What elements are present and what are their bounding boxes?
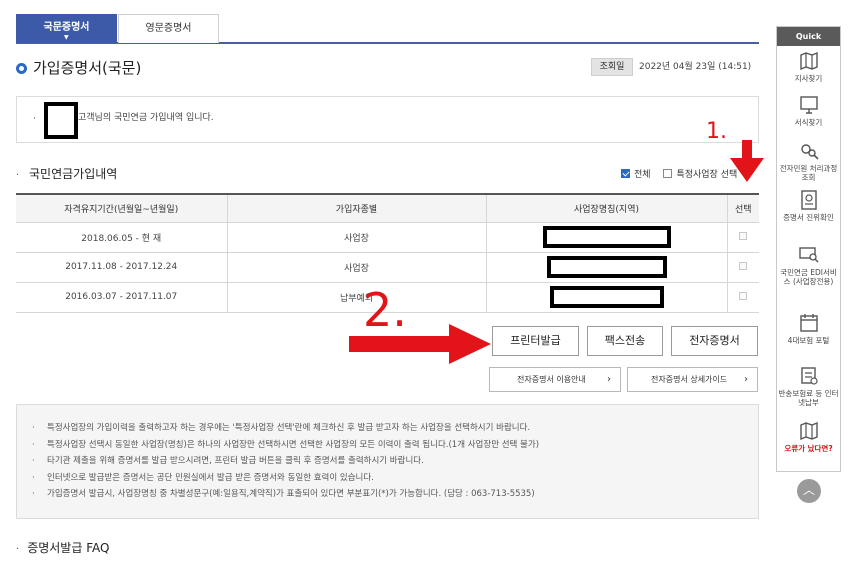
faq-title: 증명서발급 FAQ	[27, 541, 110, 555]
filter-specific-checkbox[interactable]	[663, 169, 673, 178]
quick-item-label: 전자민원 처리과정 조회	[779, 164, 838, 182]
row-workplace	[486, 222, 728, 253]
tab-korean-certificate[interactable]: 국문증명서 ▼	[16, 14, 117, 43]
circle-bullet-icon	[16, 63, 27, 74]
bullet-dot-icon: ·	[16, 170, 20, 181]
fax-button[interactable]: 팩스전송	[587, 326, 663, 356]
monitor-search-icon	[798, 247, 819, 263]
quick-item-label: 지사찾기	[794, 74, 823, 83]
row-workplace	[486, 282, 728, 313]
redacted-workplace-box	[549, 286, 664, 308]
quick-header: Quick	[777, 27, 840, 46]
quick-item-label: 4대보험 포털	[787, 336, 830, 345]
filter-options: 전체 특정사업장 선택	[621, 168, 737, 182]
header-type: 가입자종별	[227, 194, 487, 223]
quick-item-refund-payment[interactable]: 반송보험료 등 인터넷납부	[777, 366, 840, 421]
faq-heading[interactable]: · 증명서발급 FAQ	[16, 540, 109, 558]
section-heading: · 국민연금가입내역	[16, 166, 117, 184]
quick-panel: Quick 지사찾기 서식찾기 전자민원 처리과정 조회 증명서 진위확인 국민…	[776, 26, 841, 472]
quick-item-error-help[interactable]: 오류가 났다면?	[777, 421, 840, 461]
info-box: 특정사업장의 가입이력을 출력하고자 하는 경우에는 '특정사업장 선택'란에 …	[16, 404, 759, 519]
title-row: 가입증명서(국문) 조회일 2022년 04월 23일 (14:51)	[16, 57, 759, 81]
e-certificate-button[interactable]: 전자증명서	[671, 326, 758, 356]
certificate-icon	[800, 190, 817, 210]
arrow-right-icon	[349, 324, 491, 364]
certificate-tabs: 국문증명서 ▼ 영문증명서	[16, 14, 759, 44]
quick-item-label: 반송보험료 등 인터넷납부	[778, 389, 839, 407]
e-certificate-guide-link[interactable]: 전자증명서 상세가이드 ›	[627, 367, 758, 392]
row-select	[727, 222, 759, 253]
section-title: 국민연금가입내역	[29, 167, 118, 181]
monitor-icon	[799, 96, 818, 114]
row-type: 납부예외	[227, 282, 487, 313]
row-type: 사업장	[227, 222, 487, 253]
tab-english-label: 영문증명서	[145, 23, 192, 34]
quick-item-4-insurance[interactable]: 4대보험 포털	[777, 313, 840, 366]
row-select-checkbox[interactable]	[739, 261, 748, 270]
scroll-top-button[interactable]: ︿	[797, 479, 821, 503]
row-select	[727, 252, 759, 283]
info-line: 특정사업장 선택시 동일한 사업장(명칭)은 하나의 사업장만 선택하시면 선택…	[17, 437, 758, 454]
quick-item-civil-process[interactable]: 전자민원 처리과정 조회	[777, 141, 840, 190]
usage-link-label: 전자증명서 이용안내	[517, 375, 586, 384]
info-line: 타기관 제출을 위해 증명서를 발급 받으시려면, 프린터 발급 버튼을 클릭 …	[17, 453, 758, 470]
tab-korean-label: 국문증명서	[43, 22, 90, 33]
bullet-dot-icon: ·	[16, 544, 20, 555]
row-select-checkbox[interactable]	[739, 291, 748, 300]
guide-link-label: 전자증명서 상세가이드	[651, 375, 728, 384]
quick-item-label: 서식찾기	[794, 118, 823, 127]
chevron-right-icon: ›	[607, 374, 611, 385]
quick-item-cert-verify[interactable]: 증명서 진위확인	[777, 190, 840, 245]
redacted-name-box	[44, 102, 78, 139]
chevron-right-icon: ›	[744, 374, 748, 385]
print-button[interactable]: 프린터발급	[492, 326, 579, 356]
redacted-workplace-box	[546, 256, 667, 278]
quick-item-label: 국민연금 EDI서비스 (사업장전용)	[780, 268, 837, 286]
map-alert-icon	[799, 421, 818, 441]
table-row: 2017.11.08 - 2017.12.24 사업장	[16, 252, 759, 283]
receipt-icon	[800, 367, 818, 385]
quick-item-edi-service[interactable]: 국민연금 EDI서비스 (사업장전용)	[777, 245, 840, 313]
row-workplace	[486, 252, 728, 283]
table-row: 2016.03.07 - 2017.11.07 납부예외	[16, 282, 759, 313]
enrollment-table: 자격유지기간(년월일~년월일) 가입자종별 사업장명칭(지역) 선택 2018.…	[16, 193, 759, 313]
row-type: 사업장	[227, 252, 487, 283]
e-certificate-usage-link[interactable]: 전자증명서 이용안내 ›	[489, 367, 621, 392]
filter-specific-label: 특정사업장 선택	[676, 170, 738, 180]
notice-message: 고객님의 국민연금 가입내역 입니다.	[78, 113, 214, 123]
filter-all-label: 전체	[634, 170, 651, 180]
caret-down-icon: ▼	[64, 34, 69, 41]
quick-item-label: 오류가 났다면?	[784, 444, 833, 453]
tab-english-certificate[interactable]: 영문증명서	[118, 14, 219, 43]
row-select	[727, 282, 759, 313]
header-select: 선택	[727, 194, 759, 223]
row-period: 2018.06.05 - 현 재	[16, 222, 228, 253]
quick-item-branch-search[interactable]: 지사찾기	[777, 51, 840, 95]
header-period: 자격유지기간(년월일~년월일)	[16, 194, 228, 223]
table-header-row: 자격유지기간(년월일~년월일) 가입자종별 사업장명칭(지역) 선택	[16, 194, 759, 223]
quick-item-form-search[interactable]: 서식찾기	[777, 95, 840, 141]
filter-all-checkbox[interactable]	[621, 169, 630, 178]
redacted-workplace-box	[542, 226, 671, 248]
row-select-checkbox[interactable]	[739, 231, 748, 240]
view-date-value: 2022년 04월 23일 (14:51)	[639, 62, 752, 72]
notice-box: · 고객님의 국민연금 가입내역 입니다.	[16, 96, 759, 143]
gear-search-icon	[800, 144, 819, 160]
info-line: 가입증명서 발급시, 사업장명칭 중 차별성문구(예:일용직,계약직)가 표출되…	[17, 486, 758, 503]
quick-item-label: 증명서 진위확인	[783, 213, 834, 222]
map-icon	[799, 51, 818, 71]
bullet-dot-icon: ·	[33, 114, 36, 124]
calendar-icon	[799, 314, 818, 332]
row-period: 2016.03.07 - 2017.11.07	[16, 282, 228, 313]
view-date-label: 조회일	[591, 58, 633, 76]
page-title: 가입증명서(국문)	[33, 59, 142, 77]
info-line: 특정사업장의 가입이력을 출력하고자 하는 경우에는 '특정사업장 선택'란에 …	[17, 420, 758, 437]
row-period: 2017.11.08 - 2017.12.24	[16, 252, 228, 283]
info-line: 인터넷으로 발급받은 증명서는 공단 민원실에서 발급 받은 증명서와 동일한 …	[17, 470, 758, 487]
chevron-up-icon: ︿	[802, 483, 815, 497]
table-row: 2018.06.05 - 현 재 사업장	[16, 222, 759, 253]
header-workplace: 사업장명칭(지역)	[486, 194, 728, 223]
